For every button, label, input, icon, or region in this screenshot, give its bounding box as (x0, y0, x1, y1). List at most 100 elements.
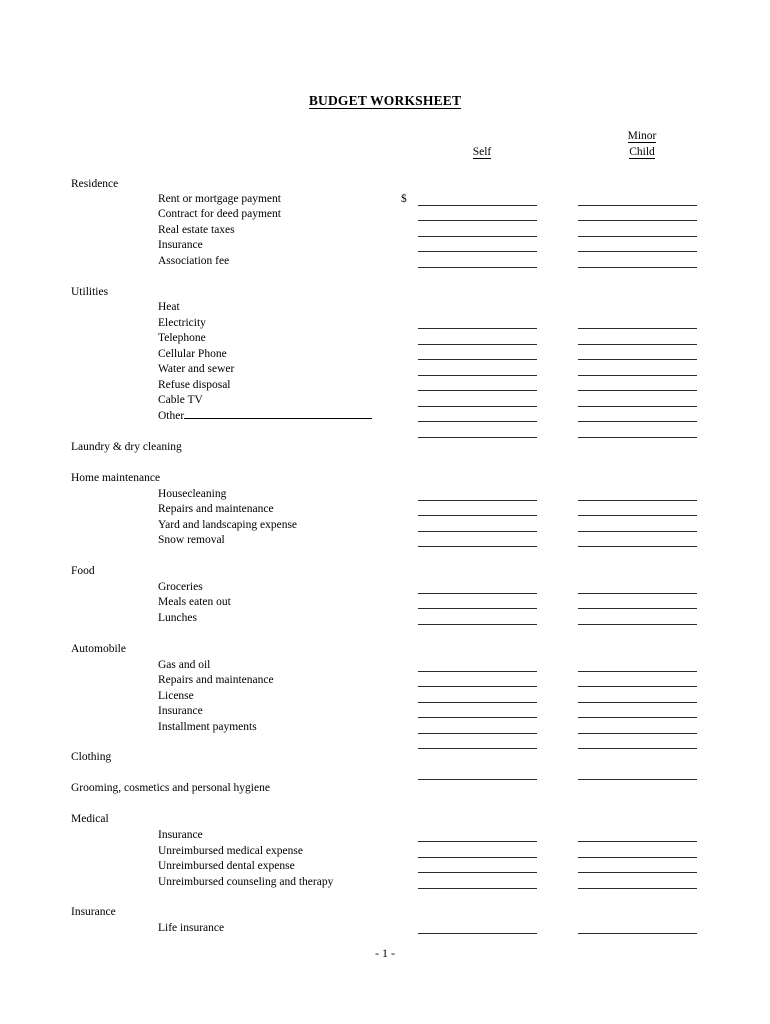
amount-field-minor[interactable] (578, 500, 697, 501)
amount-field-self[interactable] (418, 421, 537, 422)
page-number: - 1 - (375, 946, 395, 960)
amount-field-minor[interactable] (578, 515, 697, 516)
amount-field-minor[interactable] (578, 344, 697, 345)
item-label: Heat (158, 301, 180, 313)
amount-field-minor[interactable] (578, 702, 697, 703)
item-label: Lunches (158, 612, 197, 624)
amount-field-self[interactable] (418, 717, 537, 718)
amount-field-minor[interactable] (578, 359, 697, 360)
table-row: Real estate taxes (0, 224, 770, 240)
amount-field-minor[interactable] (578, 546, 697, 547)
other-fill-in-field[interactable] (184, 418, 373, 419)
table-row: Electricity (0, 317, 770, 333)
amount-field-minor[interactable] (578, 220, 697, 221)
table-row: Heat (0, 301, 770, 317)
section-heading-medical: Medical (0, 813, 770, 829)
amount-field-minor[interactable] (578, 733, 697, 734)
amount-field-minor[interactable] (578, 888, 697, 889)
item-label: Telephone (158, 332, 206, 344)
amount-field-self[interactable] (418, 437, 537, 438)
amount-field-self[interactable] (418, 359, 537, 360)
amount-field-self[interactable] (418, 251, 537, 252)
amount-field-minor[interactable] (578, 841, 697, 842)
item-label: Yard and landscaping expense (158, 519, 298, 531)
table-row: Housecleaning (0, 488, 770, 504)
section-heading-laundry: Laundry & dry cleaning (0, 441, 770, 457)
amount-field-self[interactable] (418, 375, 537, 376)
amount-field-minor[interactable] (578, 437, 697, 438)
section-heading-automobile: Automobile (0, 643, 770, 659)
amount-field-self[interactable] (418, 500, 537, 501)
amount-field-minor[interactable] (578, 608, 697, 609)
amount-field-self[interactable] (418, 702, 537, 703)
item-label: Water and sewer (158, 363, 235, 375)
item-label: Insurance (158, 239, 203, 251)
amount-field-self[interactable] (418, 406, 537, 407)
table-row: Meals eaten out (0, 596, 770, 612)
amount-field-self[interactable] (418, 624, 537, 625)
table-row: Installment payments (0, 721, 770, 737)
amount-field-self[interactable] (418, 531, 537, 532)
amount-field-minor[interactable] (578, 779, 697, 780)
section-label: Utilities (71, 286, 109, 298)
amount-field-self[interactable] (418, 390, 537, 391)
item-label: Unreimbursed medical expense (158, 845, 303, 857)
amount-field-minor[interactable] (578, 375, 697, 376)
amount-field-self[interactable] (418, 328, 537, 329)
amount-field-self[interactable] (418, 220, 537, 221)
amount-field-minor[interactable] (578, 624, 697, 625)
amount-field-self[interactable] (418, 779, 537, 780)
amount-field-minor[interactable] (578, 933, 697, 934)
amount-field-self[interactable] (418, 608, 537, 609)
amount-field-self[interactable] (418, 344, 537, 345)
item-label-text: Other (158, 410, 185, 422)
amount-field-minor[interactable] (578, 717, 697, 718)
item-label: Installment payments (158, 721, 257, 733)
amount-field-minor[interactable] (578, 531, 697, 532)
amount-field-self[interactable] (418, 872, 537, 873)
amount-field-minor[interactable] (578, 686, 697, 687)
table-row: Lunches (0, 612, 770, 628)
amount-field-minor[interactable] (578, 251, 697, 252)
amount-field-self[interactable] (418, 933, 537, 934)
amount-field-self[interactable] (418, 546, 537, 547)
amount-field-self[interactable] (418, 671, 537, 672)
amount-field-self[interactable] (418, 686, 537, 687)
amount-field-minor[interactable] (578, 671, 697, 672)
amount-field-minor[interactable] (578, 406, 697, 407)
amount-field-minor[interactable] (578, 328, 697, 329)
amount-field-self[interactable] (418, 515, 537, 516)
table-row: Refuse disposal (0, 379, 770, 395)
amount-field-self[interactable] (418, 236, 537, 237)
page-title-text: BUDGET WORKSHEET (308, 93, 462, 109)
item-label: Insurance (158, 829, 203, 841)
amount-field-self[interactable] (418, 841, 537, 842)
item-label: Cellular Phone (158, 348, 227, 360)
column-header-self: Self (422, 145, 542, 161)
amount-field-self[interactable] (418, 857, 537, 858)
table-row: Groceries (0, 581, 770, 597)
amount-field-minor[interactable] (578, 872, 697, 873)
amount-field-self[interactable] (418, 205, 537, 206)
amount-field-minor[interactable] (578, 390, 697, 391)
amount-field-self[interactable] (418, 888, 537, 889)
amount-field-minor[interactable] (578, 267, 697, 268)
item-label: Gas and oil (158, 659, 211, 671)
amount-field-self[interactable] (418, 748, 537, 749)
amount-field-minor[interactable] (578, 857, 697, 858)
amount-field-minor[interactable] (578, 421, 697, 422)
section-heading-food: Food (0, 565, 770, 581)
item-label: Meals eaten out (158, 596, 231, 608)
amount-field-self[interactable] (418, 267, 537, 268)
section-heading-utilities: Utilities (0, 286, 770, 302)
amount-field-minor[interactable] (578, 236, 697, 237)
amount-field-minor[interactable] (578, 748, 697, 749)
table-row: Gas and oil (0, 659, 770, 675)
amount-field-self[interactable] (418, 733, 537, 734)
amount-field-minor[interactable] (578, 593, 697, 594)
amount-field-self[interactable] (418, 593, 537, 594)
item-label: Electricity (158, 317, 206, 329)
amount-field-minor[interactable] (578, 205, 697, 206)
table-row: Snow removal (0, 534, 770, 550)
table-row: Rent or mortgage payment $ (0, 193, 770, 209)
